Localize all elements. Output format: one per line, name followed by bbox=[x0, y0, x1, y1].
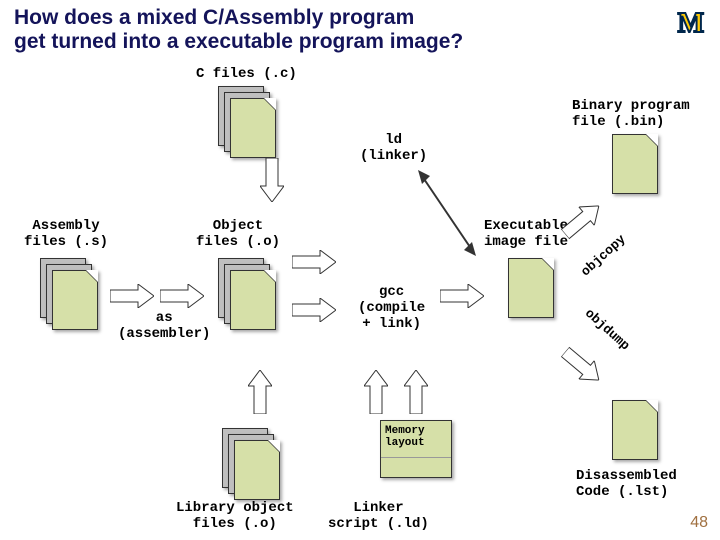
label-exec: Executable image file bbox=[484, 218, 568, 250]
label-objcopy: objcopy bbox=[578, 232, 629, 280]
page-number: 48 bbox=[690, 514, 708, 532]
arrow-ldscript-up bbox=[364, 370, 388, 414]
arrow-mem-up bbox=[404, 370, 428, 414]
label-asm-files: Assembly files (.s) bbox=[24, 218, 108, 250]
arrow-asm-to-obj-2 bbox=[160, 284, 204, 308]
label-lib-files: Library object files (.o) bbox=[176, 500, 294, 532]
label-objdump: objdump bbox=[582, 306, 633, 354]
arrow-obj-to-gcc-2 bbox=[292, 298, 336, 322]
label-c-files: C files (.c) bbox=[196, 66, 297, 82]
label-disasm: Disassembled Code (.lst) bbox=[576, 468, 677, 500]
memory-layout-label: Memory layout bbox=[385, 425, 447, 449]
label-linker-script: Linker script (.ld) bbox=[328, 500, 429, 532]
label-bin: Binary program file (.bin) bbox=[572, 98, 690, 130]
slide-stage: How does a mixed C/Assembly program get … bbox=[0, 0, 720, 540]
label-as: as (assembler) bbox=[118, 310, 210, 342]
label-gcc: gcc (compile + link) bbox=[358, 284, 425, 332]
memory-layout-box: Memory layout bbox=[380, 420, 452, 478]
slide-title: How does a mixed C/Assembly program get … bbox=[14, 6, 463, 54]
arrow-c-to-obj bbox=[260, 158, 284, 202]
arrow-obj-to-gcc bbox=[292, 250, 336, 274]
label-ld: ld (linker) bbox=[360, 132, 427, 164]
arrow-asm-to-obj-1 bbox=[110, 284, 154, 308]
arrow-ld-double bbox=[412, 168, 482, 258]
arrow-lib-up bbox=[248, 370, 272, 414]
umich-logo: M bbox=[678, 8, 704, 40]
arrow-objdump bbox=[557, 343, 606, 390]
label-obj-files: Object files (.o) bbox=[196, 218, 280, 250]
arrow-gcc-to-exec bbox=[440, 284, 484, 308]
